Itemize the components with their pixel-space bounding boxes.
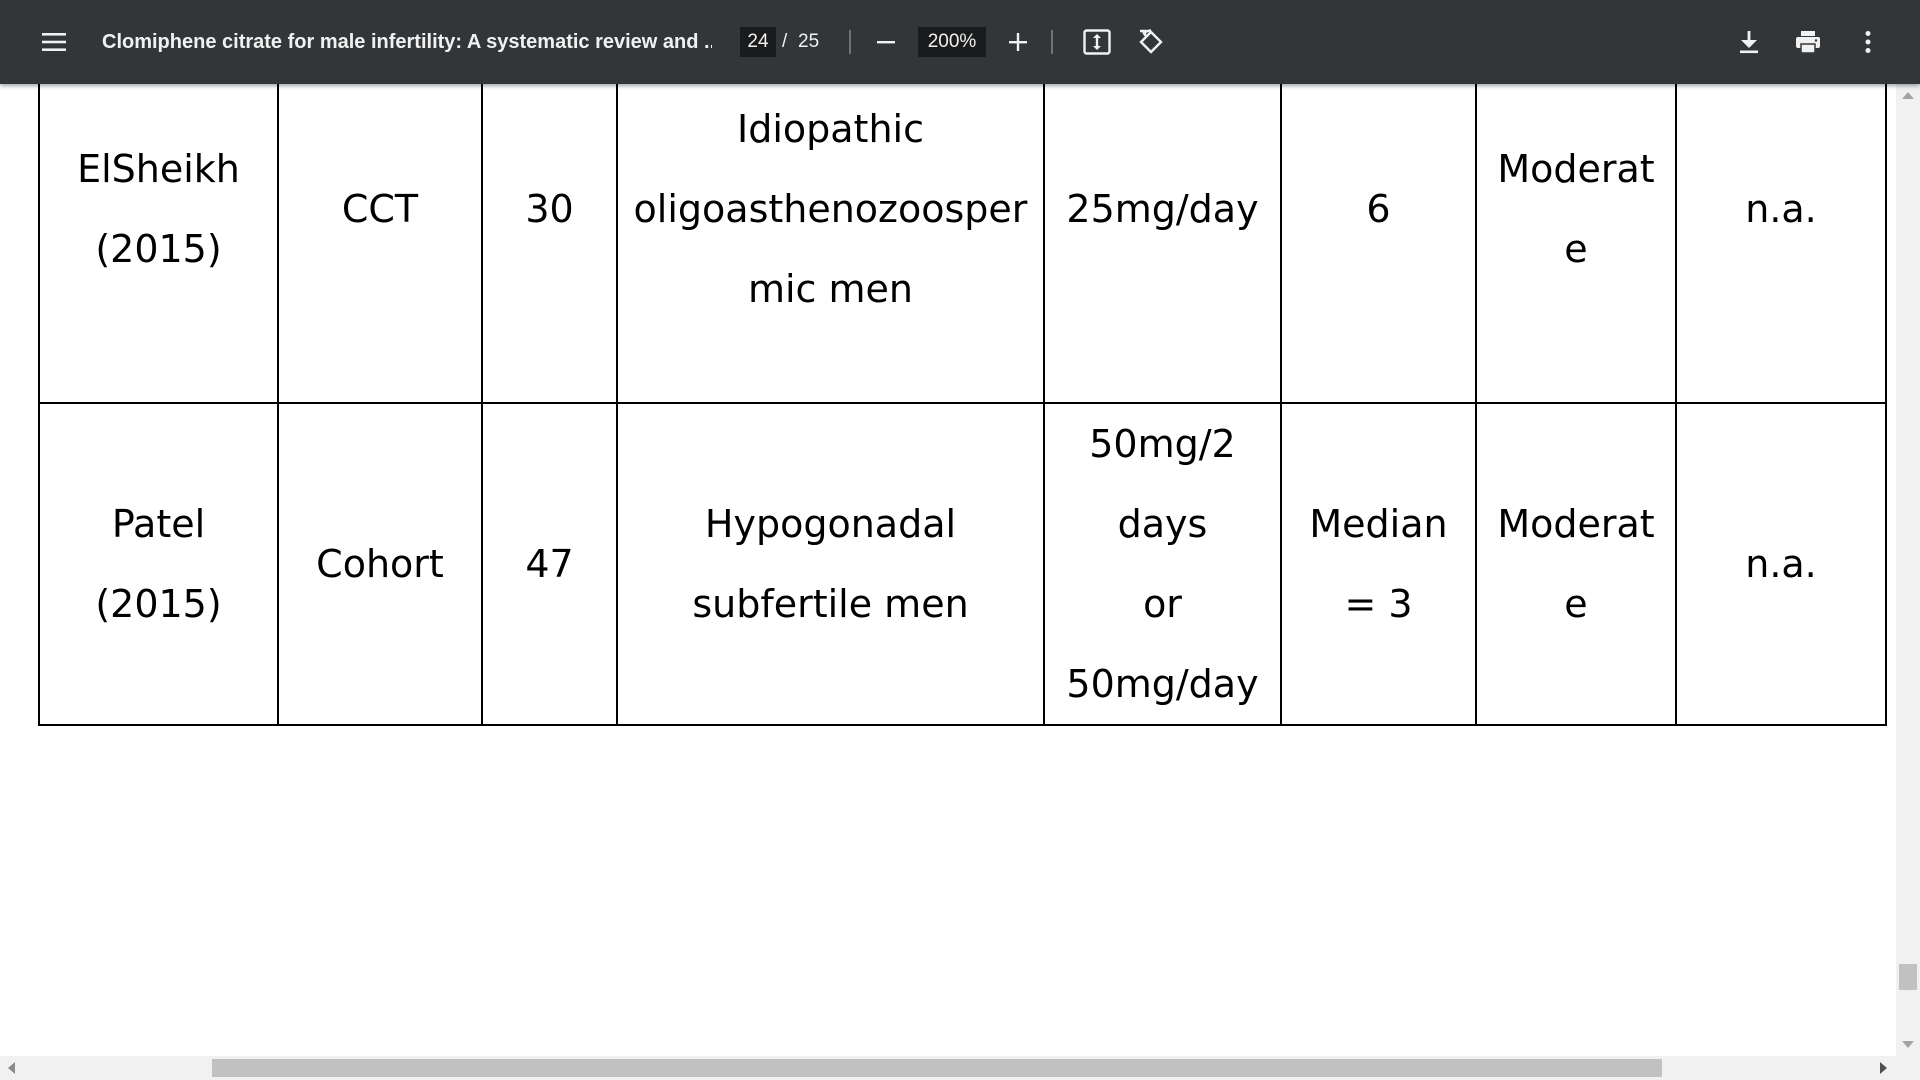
- table-cell: Moderat e: [1475, 402, 1677, 726]
- table-cell: Moderat e: [1475, 84, 1677, 404]
- plus-icon: [1009, 33, 1027, 51]
- sample-size-cell: 30: [525, 187, 574, 231]
- duration-cell: Median = 3: [1309, 502, 1448, 626]
- scroll-up-arrow-icon[interactable]: [1902, 92, 1914, 99]
- study-cell: Patel (2015): [95, 502, 222, 626]
- table-cell: Hypogonadal subfertile men: [616, 402, 1045, 726]
- table-cell: n.a.: [1675, 84, 1887, 404]
- study-cell: ElSheikh (2015): [77, 147, 240, 271]
- design-cell: CCT: [341, 187, 419, 231]
- scroll-left-arrow-icon[interactable]: [8, 1062, 15, 1074]
- scroll-right-arrow-icon[interactable]: [1880, 1062, 1887, 1074]
- vertical-scrollbar[interactable]: [1896, 84, 1920, 1056]
- toolbar-divider: [1051, 30, 1053, 54]
- document-viewport[interactable]: ElSheikh (2015) CCT 30 Idiopathic oligoa…: [0, 84, 1896, 1056]
- table-cell: Median = 3: [1280, 402, 1477, 726]
- zoom-level-input[interactable]: 200%: [918, 27, 986, 57]
- rotate-icon: [1139, 29, 1163, 54]
- table-cell: Cohort: [277, 402, 483, 726]
- table-cell: 47: [481, 402, 618, 726]
- minus-icon: [877, 41, 895, 44]
- fit-to-page-button[interactable]: [1077, 22, 1117, 62]
- vertical-scroll-thumb[interactable]: [1899, 964, 1917, 990]
- quality-cell: Moderat e: [1497, 502, 1655, 626]
- download-button[interactable]: [1729, 22, 1769, 62]
- horizontal-scroll-thumb[interactable]: [212, 1059, 1662, 1077]
- table-cell: 50mg/2 days or 50mg/day: [1043, 402, 1282, 726]
- rotate-button[interactable]: [1131, 22, 1171, 62]
- table-cell: Patel (2015): [38, 402, 279, 726]
- table-cell: 30: [481, 84, 618, 404]
- table-cell: n.a.: [1675, 402, 1887, 726]
- menu-icon: [42, 33, 66, 51]
- page-number-input[interactable]: 24: [740, 27, 776, 57]
- toolbar-divider: [849, 30, 851, 54]
- pdf-toolbar: Clomiphene citrate for male infertility:…: [0, 0, 1920, 84]
- document-title: Clomiphene citrate for male infertility:…: [102, 31, 712, 53]
- dose-cell: 25mg/day: [1066, 187, 1259, 231]
- more-actions-button[interactable]: [1848, 22, 1888, 62]
- print-icon: [1796, 31, 1820, 54]
- dose-cell: 50mg/2 days or 50mg/day: [1066, 422, 1259, 706]
- menu-button[interactable]: [34, 22, 74, 62]
- population-cell: Hypogonadal subfertile men: [692, 502, 969, 626]
- table-cell: CCT: [277, 84, 483, 404]
- fit-to-page-icon: [1083, 29, 1111, 55]
- population-cell: Idiopathic oligoasthenozoosper mic men: [633, 107, 1028, 311]
- duration-cell: 6: [1366, 187, 1391, 231]
- other-cell: n.a.: [1745, 542, 1817, 586]
- design-cell: Cohort: [316, 542, 444, 586]
- print-button[interactable]: [1788, 22, 1828, 62]
- zoom-out-button[interactable]: [866, 22, 906, 62]
- zoom-in-button[interactable]: [998, 22, 1038, 62]
- more-vert-icon: [1865, 31, 1871, 53]
- horizontal-scrollbar[interactable]: [0, 1056, 1920, 1080]
- table-cell: 25mg/day: [1043, 84, 1282, 404]
- study-table: ElSheikh (2015) CCT 30 Idiopathic oligoa…: [38, 84, 1887, 726]
- scroll-down-arrow-icon[interactable]: [1902, 1041, 1914, 1048]
- table-cell: Idiopathic oligoasthenozoosper mic men: [616, 84, 1045, 404]
- table-cell: ElSheikh (2015): [38, 84, 279, 404]
- other-cell: n.a.: [1745, 187, 1817, 231]
- quality-cell: Moderat e: [1497, 147, 1655, 271]
- table-row: ElSheikh (2015) CCT 30 Idiopathic oligoa…: [38, 84, 1887, 404]
- page-separator: /: [782, 31, 788, 52]
- table-row: Patel (2015) Cohort 47 Hypogonadal subfe…: [38, 402, 1887, 726]
- table-cell: 6: [1280, 84, 1477, 404]
- download-icon: [1740, 31, 1758, 54]
- total-pages: 25: [798, 31, 820, 52]
- sample-size-cell: 47: [525, 542, 574, 586]
